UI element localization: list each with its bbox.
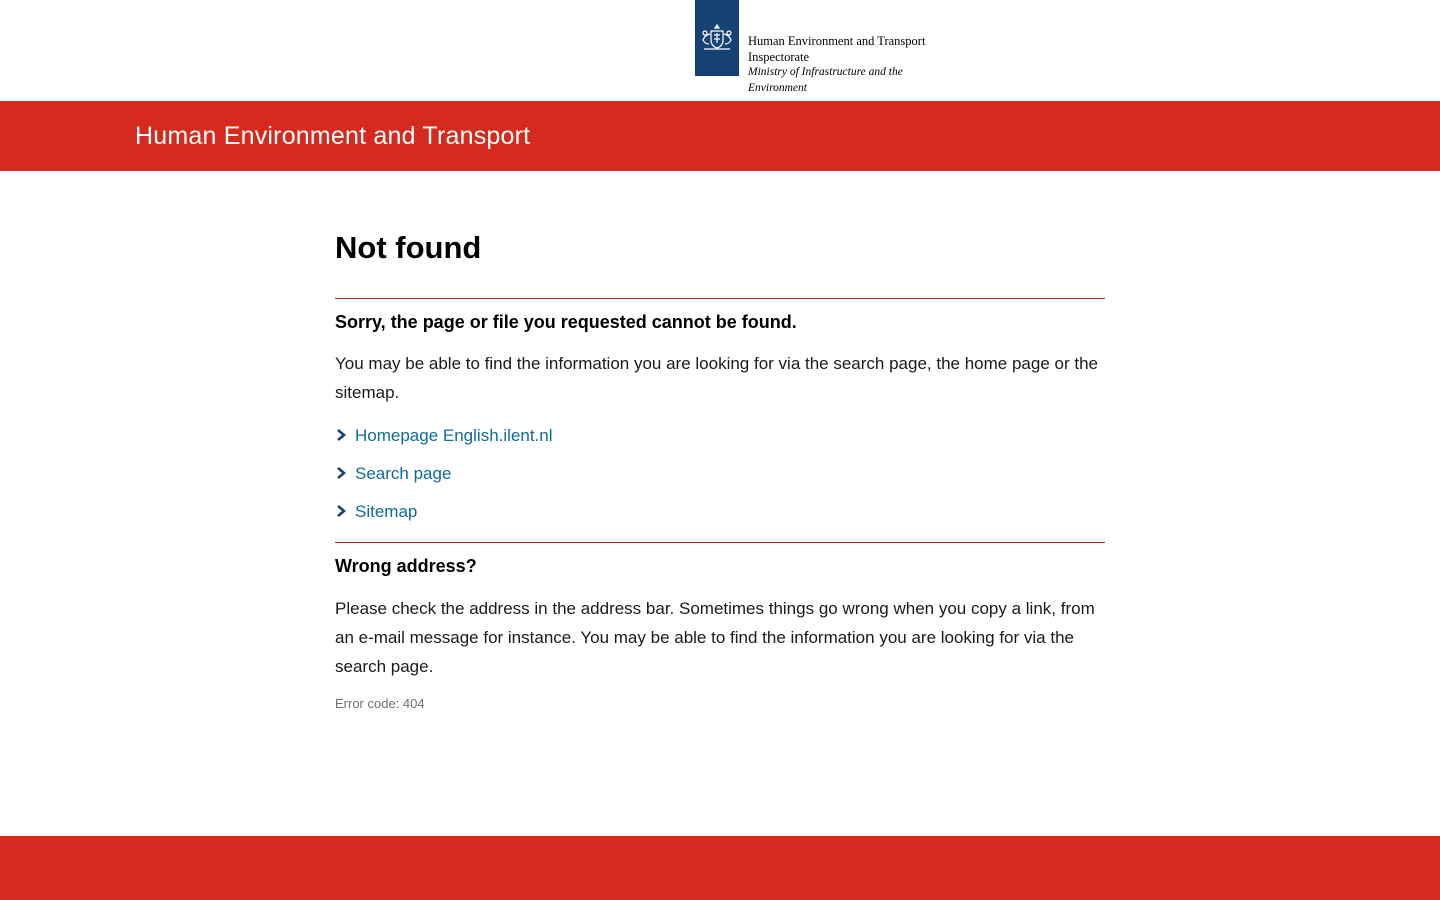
- logo-sub-line-2: Environment: [748, 81, 807, 94]
- list-item-search: Search page: [335, 459, 1105, 497]
- logo-line-1: Human Environment and Transport: [748, 34, 926, 48]
- site-banner: Human Environment and Transport: [0, 101, 1440, 171]
- site-title[interactable]: Human Environment and Transport: [135, 120, 530, 152]
- site-header: Human Environment and Transport Inspecto…: [0, 0, 1440, 101]
- error-code: Error code: 404: [335, 696, 425, 711]
- chevron-right-icon: [337, 467, 347, 479]
- section-text-not-found: You may be able to find the information …: [335, 354, 1098, 402]
- homepage-link[interactable]: Homepage English.ilent.nl: [355, 426, 553, 445]
- divider: [335, 298, 1105, 299]
- list-item-homepage: Homepage English.ilent.nl: [335, 421, 1105, 459]
- chevron-right-icon: [337, 505, 347, 517]
- logo-text: Human Environment and Transport Inspecto…: [748, 0, 925, 96]
- coat-of-arms-icon: [702, 23, 732, 50]
- logo-block: [695, 0, 739, 76]
- section-heading-wrong-address: Wrong address?: [335, 556, 477, 576]
- main-content: Not found Sorry, the page or file you re…: [335, 225, 1105, 713]
- section-heading-not-found: Sorry, the page or file you requested ca…: [335, 312, 797, 332]
- help-links-list: Homepage English.ilent.nl Search page Si…: [335, 421, 1105, 535]
- chevron-right-icon: [337, 429, 347, 441]
- list-item-sitemap: Sitemap: [335, 497, 1105, 535]
- divider: [335, 542, 1105, 543]
- page-title: Not found: [335, 230, 482, 265]
- sitemap-link[interactable]: Sitemap: [355, 502, 417, 521]
- site-footer: [0, 836, 1440, 900]
- section-text-wrong-address: Please check the address in the address …: [335, 599, 1095, 676]
- site-logo[interactable]: Human Environment and Transport Inspecto…: [695, 0, 925, 96]
- search-page-link[interactable]: Search page: [355, 464, 451, 483]
- logo-line-2: Inspectorate: [748, 49, 810, 64]
- logo-sub-line-1: Ministry of Infrastructure and the: [748, 66, 903, 78]
